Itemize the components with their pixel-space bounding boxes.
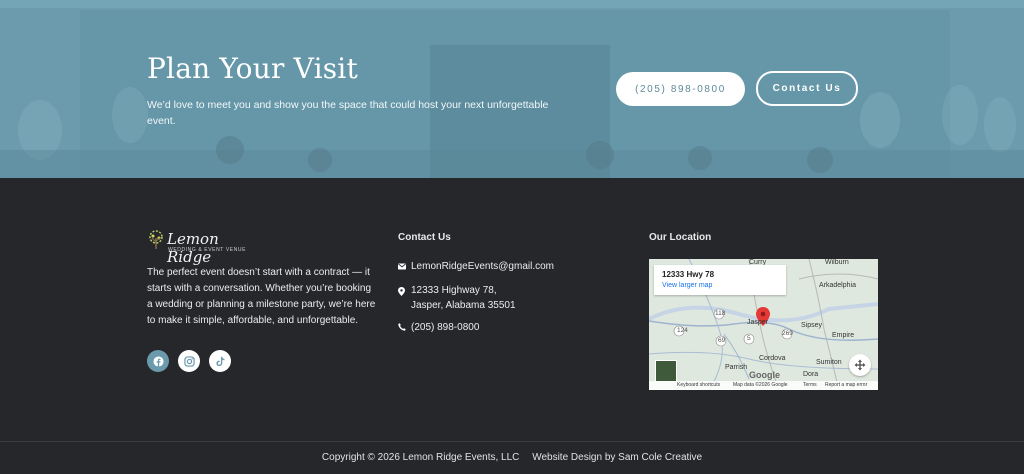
map-city-label: Dora [803,371,819,378]
phone-icon [398,323,406,331]
map-city-label: Jasper [747,319,769,326]
social-links [147,350,231,372]
design-credit-link[interactable]: Website Design by Sam Cole Creative [532,452,702,463]
map-pin-icon [398,287,405,296]
envelope-icon [398,263,406,270]
map-road-label: 124 [677,327,688,334]
contact-address: 12333 Highway 78, Jasper, Alabama 35501 [398,283,516,313]
map-road-label: 269 [782,330,793,337]
site-footer: Lemon Ridge WEDDING & EVENT VENUE The pe… [0,178,1024,474]
map-terms-link[interactable]: Terms [803,382,817,388]
map-city-label: Cordova [759,355,786,362]
phone-text: (205) 898-0800 [411,322,480,333]
footer-divider [0,441,1024,442]
map-info-card: 12333 Hwy 78 View larger map [654,265,786,295]
address-line-2: Jasper, Alabama 35501 [411,300,516,311]
email-text: LemonRidgeEvents@gmail.com [411,261,554,272]
map-satellite-toggle[interactable] [655,360,677,382]
instagram-icon [183,355,195,367]
location-map[interactable]: Jasper Curry Wilburn Arkadelphia Sipsey … [649,259,878,390]
map-attribution-bar: Keyboard shortcuts Map data ©2026 Google… [649,381,878,390]
google-logo: Google [749,370,780,380]
banner-title: Plan Your Visit [147,52,358,85]
move-arrows-icon [854,359,866,371]
about-text: The perfect event doesn’t start with a c… [147,267,376,326]
map-city-label: Sipsey [801,322,823,329]
contact-heading: Contact Us [398,232,451,243]
contact-us-button[interactable]: Contact Us [756,71,858,106]
tree-logo-icon [149,230,163,249]
keyboard-shortcuts-link[interactable]: Keyboard shortcuts [677,382,720,388]
report-map-error-link[interactable]: Report a map error [825,382,867,388]
view-larger-map-link[interactable]: View larger map [662,282,712,289]
map-fullscreen-button[interactable] [849,354,871,376]
logo-tagline: WEDDING & EVENT VENUE [168,247,247,253]
tiktok-link[interactable] [209,350,231,372]
address-line-1: 12333 Highway 78, [411,285,497,296]
map-address: 12333 Hwy 78 [662,270,715,279]
plan-visit-banner: Plan Your Visit We’d love to meet you an… [0,0,1024,178]
map-city-label: Wilburn [825,259,849,266]
map-data-credit: Map data ©2026 Google [733,382,788,388]
copyright-bar: Copyright © 2026 Lemon Ridge Events, LLC… [0,452,1024,463]
map-city-label: Arkadelphia [819,282,856,289]
contact-phone[interactable]: (205) 898-0800 [398,321,479,336]
location-heading: Our Location [649,232,712,243]
map-city-label: Empire [832,332,855,339]
facebook-icon [152,355,164,367]
banner-subtitle: We’d love to meet you and show you the s… [147,99,549,127]
instagram-link[interactable] [178,350,200,372]
copyright-text: Copyright © 2026 Lemon Ridge Events, LLC [321,452,520,463]
facebook-link[interactable] [147,350,169,372]
contact-email[interactable]: LemonRidgeEvents@gmail.com [398,260,554,275]
map-city-label: Parrish [725,364,748,371]
footer-logo[interactable]: Lemon Ridge WEDDING & EVENT VENUE [147,230,267,266]
map-city-label: Sumiton [816,359,842,366]
map-road-label: 5 [747,335,751,342]
map-road-label: 118 [715,310,726,317]
map-road-label: 69 [718,337,726,344]
tiktok-icon [215,356,225,366]
phone-button[interactable]: (205) 898-0800 [616,72,745,106]
